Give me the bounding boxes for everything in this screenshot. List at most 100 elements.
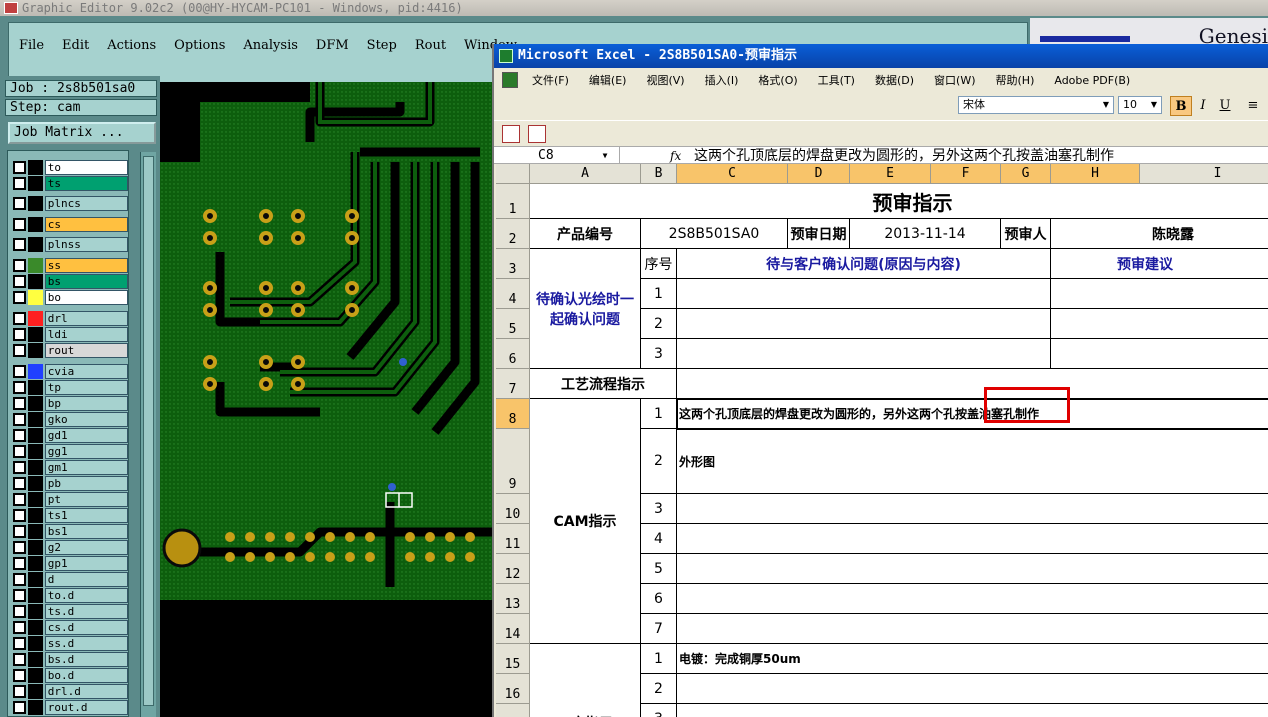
layer-name[interactable]: plnss [44,236,128,252]
layer-row[interactable]: pt [10,491,128,507]
product-no-value[interactable]: 2S8B501SA0 [641,219,788,249]
layer-row[interactable]: cs.d [10,619,128,635]
layer-name[interactable]: ts [44,175,128,191]
fx-icon[interactable]: fx [670,147,681,165]
seq-cell[interactable]: 2 [641,309,677,339]
menu-file[interactable]: File [10,38,53,53]
font-name-select[interactable]: 宋体 ▼ [958,96,1114,114]
layer-name[interactable]: gg1 [44,443,128,459]
row-header[interactable]: 17 [496,704,530,717]
column-header[interactable]: G [1001,164,1051,184]
layer-checkbox[interactable] [13,176,26,190]
layer-checkbox[interactable] [13,327,26,341]
layer-name[interactable]: cvia [44,363,128,379]
row-header[interactable]: 5 [496,309,530,339]
column-header[interactable]: B [641,164,677,184]
menu-actions[interactable]: Actions [98,38,165,53]
row-header[interactable]: 6 [496,339,530,369]
column-header[interactable]: A [530,164,641,184]
excel-menu-item[interactable]: 窗口(W) [934,72,975,88]
row-header[interactable]: 8 [496,399,530,429]
issue-header[interactable]: 待与客户确认问题(原因与内容) [677,249,1051,279]
column-header[interactable]: H [1051,164,1140,184]
layer-row[interactable]: pb [10,475,128,491]
layer-checkbox[interactable] [13,588,26,602]
layer-row[interactable]: d [10,571,128,587]
row-header[interactable]: 16 [496,674,530,704]
excel-menu-item[interactable]: 插入(I) [705,72,739,88]
layer-row[interactable]: gp1 [10,555,128,571]
confirm-group-label[interactable]: 待确认光绘时一起确认问题 [530,249,641,369]
layer-checkbox[interactable] [13,380,26,394]
menu-edit[interactable]: Edit [53,38,98,53]
layer-name[interactable]: ss [44,257,128,273]
layer-checkbox[interactable] [13,556,26,570]
row-header[interactable]: 15 [496,644,530,674]
row-header[interactable]: 11 [496,524,530,554]
layer-name[interactable]: to.d [44,587,128,603]
layer-name[interactable]: bo.d [44,667,128,683]
cam-item-cell[interactable] [677,524,1268,554]
layer-name[interactable]: ts.d [44,603,128,619]
issue-cell[interactable] [677,279,1051,309]
sheet-title[interactable]: 预审指示 [530,184,1268,219]
underline-button[interactable]: U [1214,96,1236,116]
align-left-icon[interactable]: ≡ [1242,96,1264,116]
layer-row[interactable]: bo.d [10,667,128,683]
layer-row[interactable]: ldi [10,326,128,342]
process-cell[interactable] [677,369,1268,399]
excel-menu-item[interactable]: Adobe PDF(B) [1054,74,1130,87]
cam-item-cell[interactable] [677,554,1268,584]
layer-name[interactable]: bp [44,395,128,411]
column-header[interactable]: F [931,164,1001,184]
cam-seq-cell[interactable]: 6 [641,584,677,614]
menu-options[interactable]: Options [165,38,234,53]
job-matrix-button[interactable]: Job Matrix ... [8,122,156,144]
menu-dfm[interactable]: DFM [307,38,358,53]
layer-name[interactable]: rout [44,342,128,358]
layer-checkbox[interactable] [13,412,26,426]
layer-row[interactable]: ss [10,257,128,273]
menu-rout[interactable]: Rout [406,38,455,53]
excel-menu-item[interactable]: 视图(V) [646,72,684,88]
excel-menu-item[interactable]: 帮助(H) [996,72,1035,88]
layer-row[interactable]: ts.d [10,603,128,619]
layer-checkbox[interactable] [13,274,26,288]
layer-checkbox[interactable] [13,524,26,538]
excel-menu-item[interactable]: 编辑(E) [589,72,627,88]
process-label[interactable]: 工艺流程指示 [530,369,677,399]
layer-checkbox[interactable] [13,652,26,666]
layer-name[interactable]: gp1 [44,555,128,571]
layer-row[interactable]: rout.d [10,699,128,715]
proc-item-cell[interactable] [677,704,1268,717]
layer-row[interactable]: ts [10,175,128,191]
layer-row[interactable]: g2 [10,539,128,555]
layer-checkbox[interactable] [13,237,26,251]
cam-seq-cell[interactable]: 2 [641,429,677,494]
layer-checkbox[interactable] [13,540,26,554]
cam-item-cell[interactable]: 外形图 [677,429,1268,494]
seq-header[interactable]: 序号 [641,249,677,279]
select-all-corner[interactable] [496,164,530,184]
menu-step[interactable]: Step [358,38,406,53]
name-box[interactable]: C8 ▼ [498,147,620,165]
spreadsheet-grid[interactable]: ABCDEFGHI1234567891011121314151617预审指示产品… [496,164,1268,717]
layer-checkbox[interactable] [13,636,26,650]
excel-menu-item[interactable]: 工具(T) [818,72,855,88]
layer-name[interactable]: gd1 [44,427,128,443]
layer-row[interactable]: ts1 [10,507,128,523]
row-header[interactable]: 3 [496,249,530,279]
row-header[interactable]: 2 [496,219,530,249]
layer-checkbox[interactable] [13,700,26,714]
bold-button[interactable]: B [1170,96,1192,116]
seq-cell[interactable]: 1 [641,279,677,309]
layer-checkbox[interactable] [13,460,26,474]
layer-row[interactable]: gm1 [10,459,128,475]
layer-checkbox[interactable] [13,476,26,490]
layer-name[interactable]: ss.d [44,635,128,651]
layer-name[interactable]: cs.d [44,619,128,635]
column-header[interactable]: C [677,164,788,184]
proc-item-cell[interactable]: 电镀：完成铜厚50um [677,644,1268,674]
suggest-cell[interactable] [1051,309,1268,339]
layer-name[interactable]: ts1 [44,507,128,523]
